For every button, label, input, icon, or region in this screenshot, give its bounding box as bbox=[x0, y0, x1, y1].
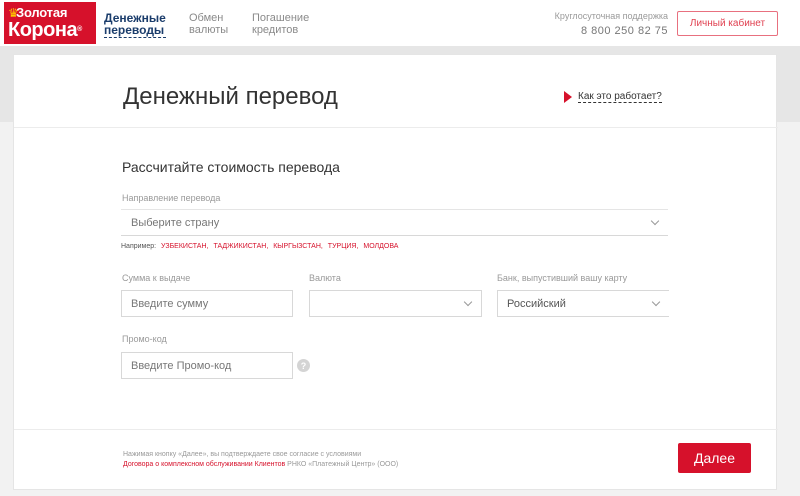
logo-line1: Золотая bbox=[16, 5, 68, 20]
currency-label: Валюта bbox=[309, 273, 341, 283]
direction-label: Направление перевода bbox=[122, 193, 221, 203]
example-country-tajikistan[interactable]: ТАДЖИКИСТАН, bbox=[213, 243, 268, 250]
header: ♛ Золотая Корона® Денежные переводы Обме… bbox=[0, 0, 800, 46]
divider bbox=[14, 127, 778, 128]
support-phone[interactable]: 8 800 250 82 75 bbox=[555, 25, 668, 37]
nav-money-transfers[interactable]: Денежные переводы bbox=[104, 12, 166, 38]
nav-currency-exchange[interactable]: Обмен валюты bbox=[189, 12, 228, 36]
promo-input-placeholder: Введите Промо-код bbox=[131, 359, 232, 372]
example-country-turkey[interactable]: ТУРЦИЯ, bbox=[328, 243, 359, 250]
country-select-placeholder: Выберите страну bbox=[131, 216, 220, 229]
support-block: Круглосуточная поддержка 8 800 250 82 75 bbox=[555, 11, 668, 37]
logo-line2-text: Корона bbox=[8, 19, 78, 41]
logo[interactable]: ♛ Золотая Корона® bbox=[4, 2, 96, 44]
bank-select[interactable]: Российский bbox=[497, 290, 669, 317]
nav-money-transfers-line2: переводы bbox=[104, 23, 165, 37]
country-examples: Например: УЗБЕКИСТАН, ТАДЖИКИСТАН, КЫРГЫ… bbox=[121, 243, 398, 250]
transfer-card: Денежный перевод Как это работает? Рассч… bbox=[13, 54, 778, 490]
country-select[interactable]: Выберите страну bbox=[121, 209, 668, 236]
example-country-uzbekistan[interactable]: УЗБЕКИСТАН, bbox=[161, 243, 208, 250]
play-arrow-icon bbox=[564, 91, 572, 103]
terms-link[interactable]: Договора о комплексном обслуживании Клие… bbox=[123, 461, 285, 468]
promo-label: Промо-код bbox=[122, 334, 167, 344]
currency-select[interactable] bbox=[309, 290, 482, 317]
example-prefix: Например: bbox=[121, 243, 157, 250]
example-country-moldova[interactable]: МОЛДОВА bbox=[363, 243, 398, 250]
logo-line2: Корона® bbox=[8, 20, 96, 40]
divider bbox=[14, 429, 778, 430]
nav-loan-repayment[interactable]: Погашение кредитов bbox=[252, 12, 309, 36]
example-country-kyrgyzstan[interactable]: КЫРГЫЗСТАН, bbox=[273, 243, 323, 250]
bank-label: Банк, выпустивший вашу карту bbox=[497, 273, 628, 283]
nav-loan-repayment-line1: Погашение bbox=[252, 12, 310, 24]
page-title: Денежный перевод bbox=[123, 83, 338, 110]
chevron-down-icon bbox=[463, 297, 473, 307]
how-it-works-link[interactable]: Как это работает? bbox=[564, 91, 662, 103]
next-button[interactable]: Далее bbox=[678, 443, 751, 473]
terms-line2: Договора о комплексном обслуживании Клие… bbox=[123, 460, 398, 470]
how-it-works-text: Как это работает? bbox=[578, 91, 662, 103]
crown-icon: ♛ bbox=[8, 6, 19, 20]
terms-footnote: Нажимая кнопку «Далее», вы подтверждаете… bbox=[123, 450, 398, 470]
nav-currency-exchange-line1: Обмен bbox=[189, 12, 224, 24]
section-title: Рассчитайте стоимость перевода bbox=[122, 159, 340, 175]
bank-select-value: Российский bbox=[507, 297, 566, 310]
amount-input-placeholder: Введите сумму bbox=[131, 297, 209, 310]
help-icon[interactable]: ? bbox=[297, 359, 310, 372]
chevron-down-icon bbox=[650, 216, 660, 226]
amount-input[interactable]: Введите сумму bbox=[121, 290, 293, 317]
amount-label: Сумма к выдаче bbox=[122, 273, 191, 283]
support-label: Круглосуточная поддержка bbox=[554, 11, 668, 21]
personal-cabinet-button[interactable]: Личный кабинет bbox=[677, 11, 778, 36]
nav-loan-repayment-line2: кредитов bbox=[252, 24, 299, 36]
terms-line2-rest: РНКО «Платежный Центр» (ООО) bbox=[285, 461, 399, 468]
terms-line1: Нажимая кнопку «Далее», вы подтверждаете… bbox=[123, 451, 362, 458]
chevron-down-icon bbox=[651, 297, 661, 307]
promo-input[interactable]: Введите Промо-код bbox=[121, 352, 293, 379]
logo-reg: ® bbox=[77, 26, 82, 33]
nav-currency-exchange-line2: валюты bbox=[189, 24, 229, 36]
